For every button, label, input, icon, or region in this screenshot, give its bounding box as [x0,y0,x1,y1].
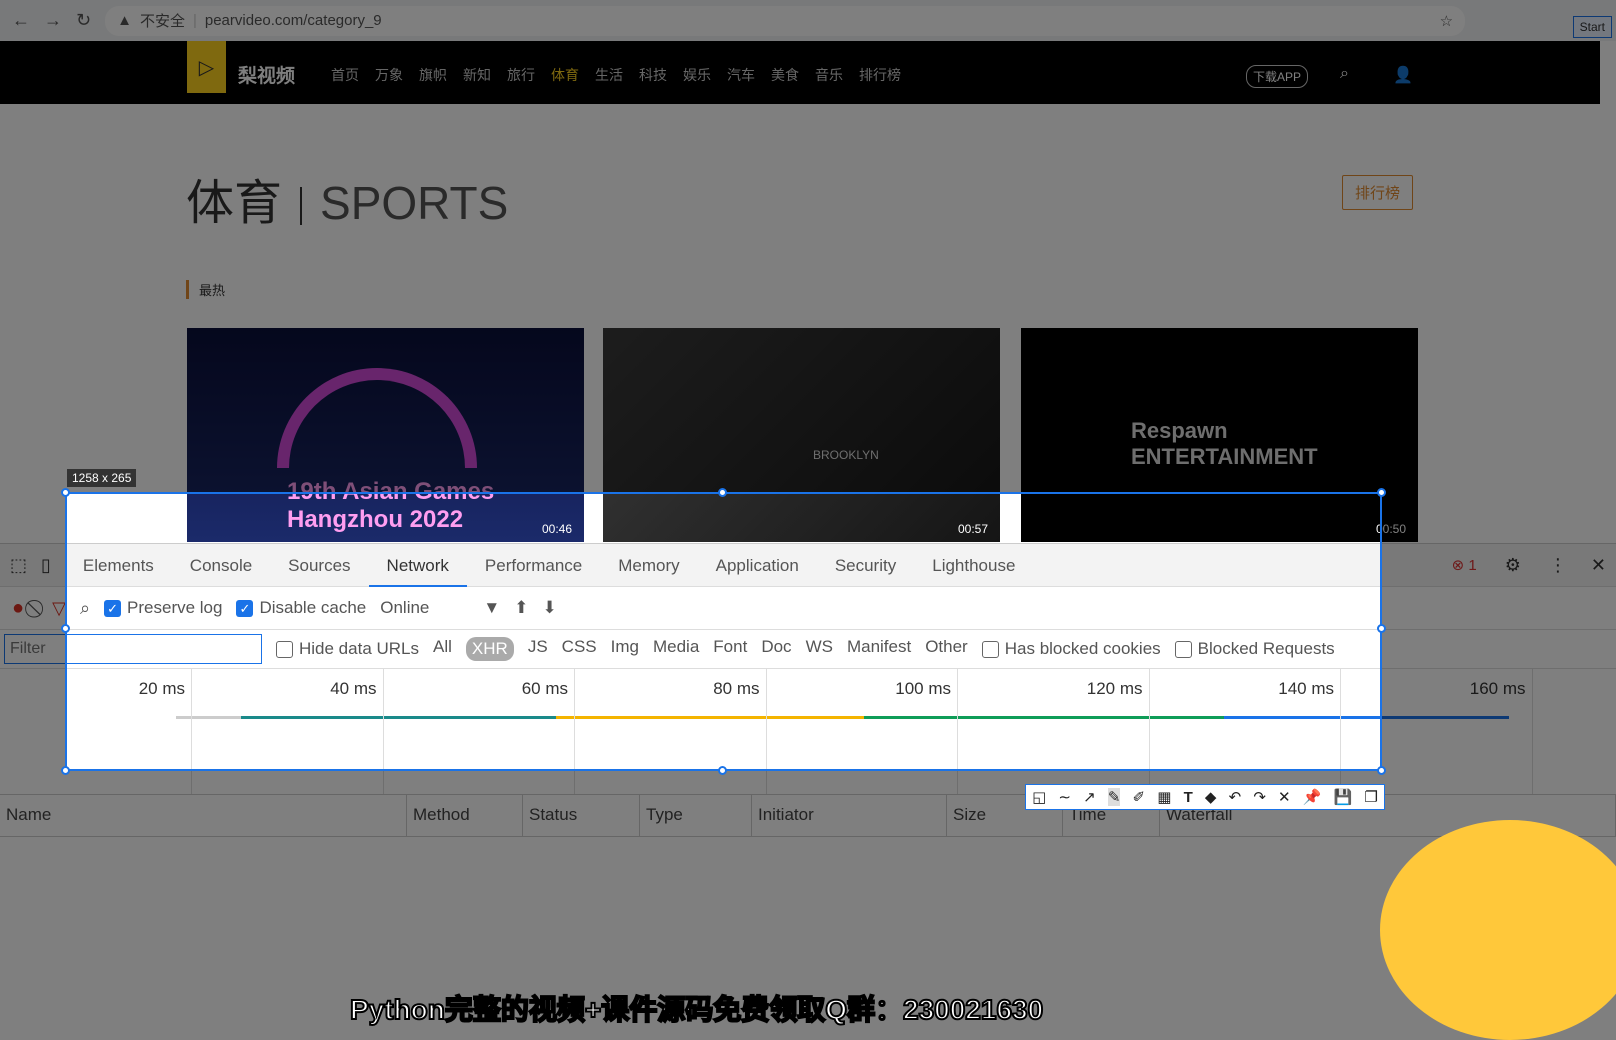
marker-icon[interactable]: ✐ [1133,788,1146,806]
timeline-tick: 160 ms [1469,679,1526,698]
rank-button[interactable]: 排行榜 [1342,175,1414,210]
reload-icon[interactable]: ↻ [76,10,91,31]
page-title: 体育 SPORTS [186,177,509,230]
nav-item[interactable]: 体育 [551,65,579,85]
shape-icon[interactable]: ◱ [1032,788,1046,806]
browser-toolbar: ← → ↻ ▲ 不安全 | pearvideo.com/category_9 ☆ [0,0,1616,41]
annotation-toolbar: ◱ ∼ ↗ ✎ ✐ ▦ T ◆ ↶ ↷ ✕ 📌 💾 ❐ [1025,784,1385,810]
column-name[interactable]: Name [0,795,407,836]
mosaic-icon[interactable]: ▦ [1157,788,1171,806]
error-badge[interactable]: ⊗ 1 [1438,556,1491,574]
nav-item[interactable]: 音乐 [815,65,843,85]
site-nav: ▷ 梨视频 首页 万象 旗帜 新知 旅行 体育 生活 科技 娱乐 汽车 美食 音乐 排行榜 下载APP … [0,41,1600,104]
back-icon[interactable]: ← [12,10,30,31]
undo-icon[interactable]: ↶ [1229,788,1242,806]
download-app-button[interactable]: 下载APP [1246,65,1309,88]
brand-name[interactable]: 梨视频 [238,61,295,88]
redo-icon[interactable]: ↷ [1253,788,1266,806]
column-initiator[interactable]: Initiator [752,795,947,836]
nav-item[interactable]: 首页 [331,65,359,85]
nav-item[interactable]: 娱乐 [683,65,711,85]
forward-icon[interactable]: → [44,10,62,31]
device-toggle-icon[interactable]: ▯ [37,555,65,576]
column-type[interactable]: Type [640,795,752,836]
copy-icon[interactable]: ❐ [1364,788,1377,806]
inspect-icon[interactable]: ⬚ [0,555,37,576]
url-text[interactable]: pearvideo.com/category_9 [205,12,382,29]
filter-icon[interactable]: ▽ [52,598,66,619]
user-icon[interactable]: 👤 [1393,65,1413,85]
asian-games-logo [277,368,477,468]
nav-item[interactable]: 排行榜 [859,65,901,85]
freehand-icon[interactable]: ∼ [1058,788,1071,806]
nav-item[interactable]: 新知 [463,65,491,85]
selection-size-label: 1258 x 265 [67,469,137,487]
warning-icon: ▲ [117,12,132,29]
arrow-icon[interactable]: ↗ [1083,788,1096,806]
address-bar[interactable]: ▲ 不安全 | pearvideo.com/category_9 ☆ [105,5,1466,36]
nav-item[interactable]: 美食 [771,65,799,85]
column-status[interactable]: Status [523,795,640,836]
nav-item[interactable]: 万象 [375,65,403,85]
screenshot-selection[interactable] [61,488,1386,775]
start-button[interactable]: Start [1572,16,1612,38]
cancel-icon[interactable]: ✕ [1278,788,1291,806]
nav-item[interactable]: 旅行 [507,65,535,85]
settings-icon[interactable]: ⚙ [1491,555,1535,576]
nav-item[interactable]: 汽车 [727,65,755,85]
nav-items: 首页 万象 旗帜 新知 旅行 体育 生活 科技 娱乐 汽车 美食 音乐 排行榜 [331,65,901,85]
close-icon[interactable]: ✕ [1581,555,1616,576]
nav-item[interactable]: 科技 [639,65,667,85]
video-subtitle: Python完整的视频+课件源码免费领取Q群：230021630 [349,993,1044,1026]
video-caption: BROOKLYN [813,448,879,462]
more-icon[interactable]: ⋮ [1535,555,1581,576]
record-icon[interactable]: ● [12,597,24,620]
eraser-icon[interactable]: ◆ [1205,788,1217,806]
save-icon[interactable]: 💾 [1334,788,1353,806]
pencil-icon[interactable]: ✎ [1107,788,1121,806]
column-method[interactable]: Method [407,795,523,836]
insecure-label: 不安全 [139,13,185,30]
pin-icon[interactable]: 📌 [1303,788,1322,806]
star-icon[interactable]: ☆ [1440,12,1453,30]
grid-line [1531,669,1533,794]
video-caption: Respawn ENTERTAINMENT [1131,418,1318,469]
pear-logo-icon[interactable]: ▷ [187,41,226,93]
nav-item[interactable]: 生活 [595,65,623,85]
search-icon[interactable]: ⌕ [1340,65,1349,83]
section-label: 最热 [186,280,225,299]
nav-item[interactable]: 旗帜 [419,65,447,85]
text-icon[interactable]: T [1184,789,1193,806]
